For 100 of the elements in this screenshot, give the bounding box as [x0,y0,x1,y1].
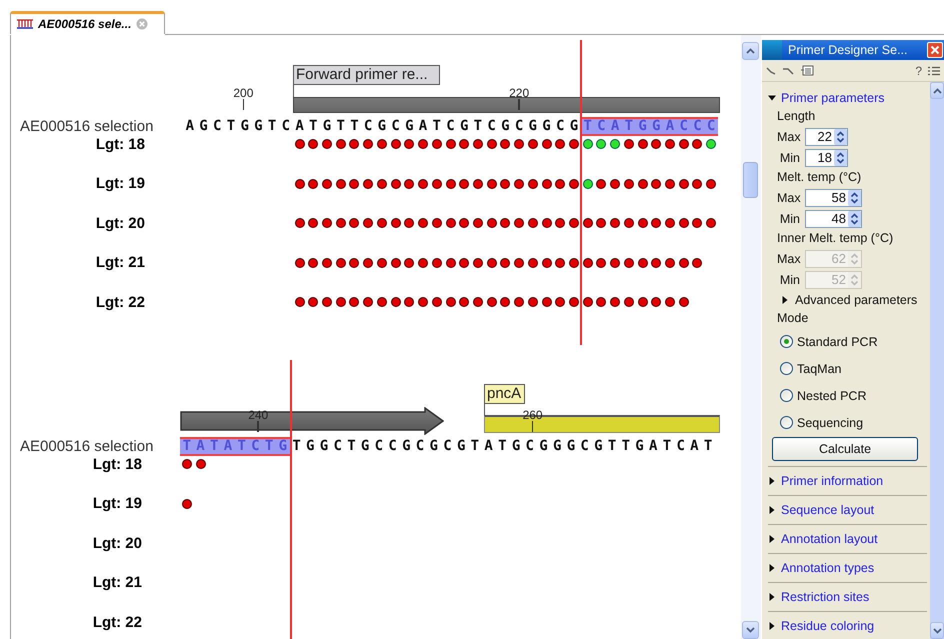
radio-button[interactable] [780,389,793,402]
primer-dot[interactable] [638,218,648,228]
primer-dot[interactable] [692,178,702,188]
scroll-thumb[interactable] [743,162,758,198]
primer-dot[interactable] [404,218,414,228]
section-header[interactable]: Annotation types [781,561,874,575]
primer-dot[interactable] [432,297,442,307]
primer-dot[interactable] [196,459,206,469]
primer-dot[interactable] [665,297,676,307]
menu-icon[interactable] [928,66,940,76]
expand-icon[interactable] [768,564,776,572]
primer-dot[interactable] [528,139,538,149]
primer-dot[interactable] [294,297,305,307]
primer-dot[interactable] [472,139,483,149]
primer-dot[interactable] [638,178,648,188]
primer-dot[interactable] [376,178,387,188]
primer-dot[interactable] [308,178,318,188]
primer-dot[interactable] [596,139,606,149]
primer-dot[interactable] [390,258,401,268]
primer-dot[interactable] [596,297,606,307]
primer-dot[interactable] [336,178,346,188]
primer-dot[interactable] [349,218,360,228]
radio-label[interactable]: Standard PCR [797,334,878,348]
primer-dot[interactable] [459,297,470,307]
document-tab[interactable]: AE000516 sele... [10,11,165,34]
primer-dot[interactable] [404,297,414,307]
primer-dot[interactable] [596,218,606,228]
primer-dot[interactable] [610,297,620,307]
primer-dot[interactable] [651,139,662,149]
primer-dot[interactable] [376,258,387,268]
primer-dot[interactable] [582,297,593,307]
scroll-up-icon[interactable] [746,48,755,54]
primer-dot[interactable] [678,178,689,188]
list-icon[interactable] [800,65,814,76]
primer-dot[interactable] [528,218,538,228]
primer-dot[interactable] [638,297,648,307]
primer-dot[interactable] [404,178,414,188]
primer-dot[interactable] [418,139,428,149]
primer-dot[interactable] [363,218,374,228]
radio-button[interactable] [780,335,793,348]
section-header[interactable]: Primer information [781,474,884,488]
primer-dot[interactable] [182,498,192,508]
primer-dot[interactable] [376,139,387,149]
primer-dot[interactable] [651,258,662,268]
primer-dot[interactable] [472,297,483,307]
primer-dot[interactable] [610,258,620,268]
primer-dot[interactable] [678,218,689,228]
tool-icon[interactable] [766,66,776,76]
primer-dot[interactable] [651,178,662,188]
primer-dot[interactable] [500,218,510,228]
primer-dot[interactable] [678,297,689,307]
primer-dot[interactable] [568,258,579,268]
primer-dot[interactable] [678,139,689,149]
primer-dot[interactable] [404,139,414,149]
primer-dot[interactable] [182,459,192,469]
scroll-down-icon[interactable] [746,627,755,633]
primer-dot[interactable] [459,218,470,228]
primer-dot[interactable] [322,218,332,228]
primer-dot[interactable] [472,218,483,228]
primer-dot[interactable] [638,139,648,149]
primer-dot[interactable] [432,258,442,268]
radio-label[interactable]: Nested PCR [797,388,866,402]
primer-dot[interactable] [376,297,387,307]
primer-dot[interactable] [610,218,620,228]
primer-dot[interactable] [486,218,497,228]
number-spinner[interactable]: 48 [805,210,862,228]
primer-dot[interactable] [638,258,648,268]
primer-dot[interactable] [322,297,332,307]
primer-dot[interactable] [692,258,702,268]
primer-dot[interactable] [294,218,305,228]
primer-dot[interactable] [390,297,401,307]
primer-dot[interactable] [665,218,676,228]
primer-dot[interactable] [472,258,483,268]
primer-dot[interactable] [432,178,442,188]
primer-dot[interactable] [514,178,524,188]
help-button[interactable]: ? [915,64,922,78]
number-spinner[interactable]: 18 [805,148,848,166]
primer-dot[interactable] [624,297,634,307]
primer-dot[interactable] [336,139,346,149]
primer-dot[interactable] [514,297,524,307]
primer-dot[interactable] [692,139,702,149]
primer-dot[interactable] [390,139,401,149]
calculate-button[interactable]: Calculate [772,437,918,461]
section-header[interactable]: Primer parameters [781,90,884,104]
primer-dot[interactable] [404,258,414,268]
primer-dot[interactable] [568,297,579,307]
primer-dot[interactable] [568,218,579,228]
primer-dot[interactable] [336,258,346,268]
primer-dot[interactable] [596,258,606,268]
primer-dot[interactable] [486,297,497,307]
primer-dot[interactable] [706,178,716,188]
primer-dot[interactable] [294,139,305,149]
primer-dot[interactable] [336,297,346,307]
primer-dot[interactable] [706,139,716,149]
primer-dot[interactable] [542,258,552,268]
primer-dot[interactable] [363,297,374,307]
primer-dot[interactable] [665,139,676,149]
number-spinner[interactable]: 58 [805,188,862,206]
primer-dot[interactable] [500,139,510,149]
primer-dot[interactable] [418,297,428,307]
